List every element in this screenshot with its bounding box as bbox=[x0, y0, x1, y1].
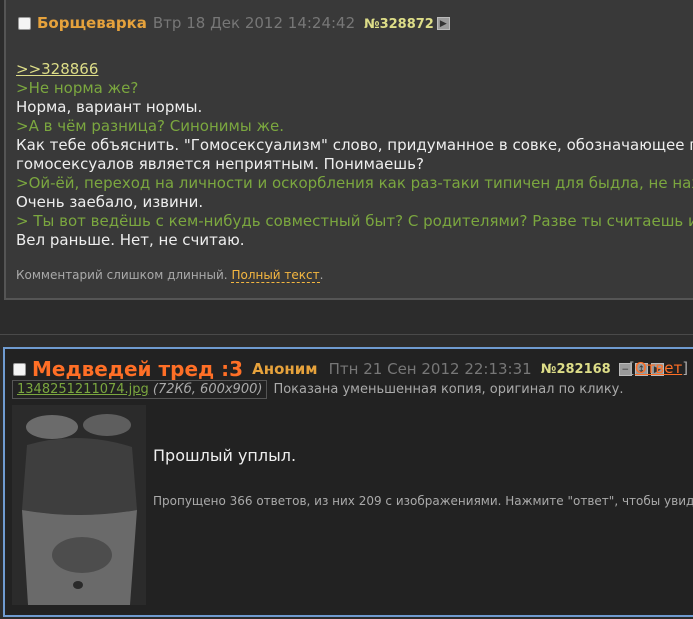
period: . bbox=[319, 268, 324, 282]
quote-line: >А в чём разница? Синонимы же. bbox=[16, 117, 284, 135]
text-line: Очень заебало, извини. bbox=[16, 193, 204, 211]
post-message: Прошлый уплыл. bbox=[153, 446, 297, 465]
select-checkbox[interactable] bbox=[13, 362, 26, 376]
select-checkbox[interactable] bbox=[18, 17, 31, 30]
quote-line: > Ты вот ведёшь с кем-нибудь совместный … bbox=[16, 212, 693, 230]
thread-op-post: Медведей тред :3 Аноним Птн 21 Сен 2012 … bbox=[3, 347, 693, 617]
post-328872: Борщеварка Втр 18 Дек 2012 14:24:42 №3288… bbox=[4, 0, 693, 300]
post-header: Борщеварка Втр 18 Дек 2012 14:24:42 №3288… bbox=[18, 14, 450, 32]
post-date: Птн 21 Сен 2012 22:13:31 bbox=[328, 360, 532, 378]
post-body: >>328866 >Не норма же? Норма, вариант норм… bbox=[16, 60, 693, 250]
post-date: Втр 18 Дек 2012 14:24:42 bbox=[152, 14, 356, 32]
truncated-text: Комментарий слишком длинный. bbox=[16, 268, 228, 282]
file-box: 1348251211074.jpg (72Кб, 600x900) bbox=[12, 380, 268, 399]
file-note: Показана уменьшенная копия, оригинал по … bbox=[273, 382, 624, 397]
thumbnail-figure bbox=[12, 405, 146, 605]
file-meta: (72Кб, 600x900) bbox=[152, 382, 263, 397]
post-number[interactable]: №328872 bbox=[364, 17, 434, 32]
quote-line: >Не норма же? bbox=[16, 79, 139, 97]
text-line: Норма, вариант нормы. bbox=[16, 98, 203, 116]
quote-line: >Ой-ёй, переход на личности и оскорблени… bbox=[16, 174, 693, 192]
post-header: Медведей тред :3 Аноним Птн 21 Сен 2012 … bbox=[13, 357, 664, 381]
bracket-close: ] bbox=[682, 359, 689, 377]
file-info: 1348251211074.jpg (72Кб, 600x900) Показан… bbox=[12, 380, 624, 399]
reply-link[interactable]: >>328866 bbox=[16, 60, 693, 79]
omitted-replies-notice: Пропущено 366 ответов, из них 209 с изоб… bbox=[153, 494, 693, 508]
text-line: гомосексуалов является неприятным. Поним… bbox=[16, 155, 424, 173]
full-text-link[interactable]: Полный текст bbox=[231, 268, 320, 283]
play-icon[interactable]: ▶ bbox=[436, 17, 450, 30]
text-line: Как тебе объяснить. "Гомосексуализм" сло… bbox=[16, 136, 693, 154]
thread-subject: Медведей тред :3 bbox=[32, 357, 244, 381]
post-number[interactable]: №282168 bbox=[541, 362, 611, 377]
post-thumbnail-image[interactable] bbox=[12, 405, 146, 605]
poster-name: Борщеварка bbox=[37, 14, 147, 32]
reply-button[interactable]: [Ответ] bbox=[629, 359, 688, 377]
reply-link[interactable]: Ответ bbox=[635, 359, 682, 377]
thread-divider bbox=[0, 334, 693, 335]
file-link[interactable]: 1348251211074.jpg bbox=[17, 382, 149, 397]
text-line: Вел раньше. Нет, не считаю. bbox=[16, 231, 245, 249]
truncated-notice: Комментарий слишком длинный. Полный текс… bbox=[16, 268, 324, 283]
poster-name: Аноним bbox=[252, 360, 318, 378]
